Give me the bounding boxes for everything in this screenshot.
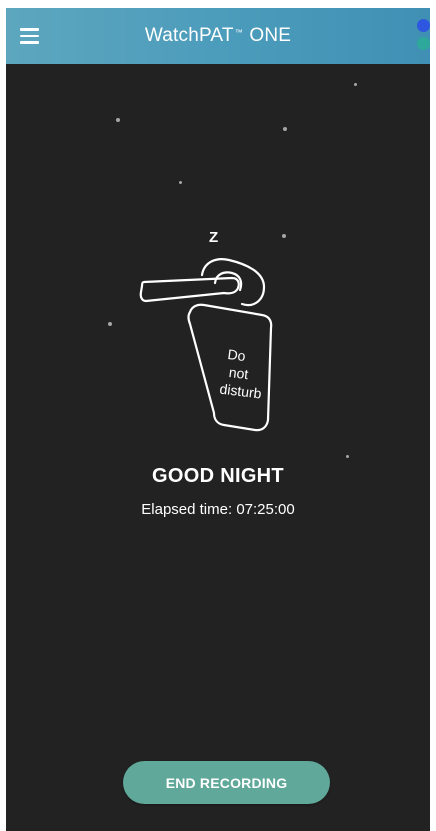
status-dot-blue	[417, 19, 430, 32]
app-title-name: WatchPAT	[144, 25, 234, 46]
status-dot-green	[417, 37, 430, 50]
trademark-symbol: ™	[234, 28, 243, 37]
status-indicator	[414, 19, 430, 55]
sign-text-line-3: disturb	[219, 381, 263, 402]
star-decoration	[179, 181, 182, 184]
app-bar: WatchPAT™ ONE	[6, 8, 430, 64]
app-screen: WatchPAT™ ONE Z Do not disturb GOOD NIGH…	[6, 8, 430, 831]
app-title: WatchPAT™ ONE	[6, 25, 430, 47]
elapsed-time-value: 07:25:00	[236, 501, 295, 518]
elapsed-time-label: Elapsed time:	[141, 501, 233, 518]
star-decoration	[354, 83, 357, 86]
sign-text-line-2: not	[228, 364, 249, 382]
star-decoration	[108, 322, 112, 326]
end-recording-button[interactable]: END RECORDING	[123, 761, 330, 804]
sign-text-line-1: Do	[227, 346, 247, 364]
do-not-disturb-illustration: Z Do not disturb	[132, 220, 302, 450]
elapsed-time: Elapsed time: 07:25:00	[6, 501, 430, 518]
star-decoration	[116, 118, 120, 122]
sleep-z-icon: Z	[209, 229, 218, 246]
star-decoration	[346, 455, 349, 458]
app-title-suffix: ONE	[249, 25, 292, 46]
good-night-heading: GOOD NIGHT	[152, 465, 284, 487]
star-decoration	[283, 127, 287, 131]
door-hanger-icon: Z Do not disturb	[139, 229, 273, 432]
